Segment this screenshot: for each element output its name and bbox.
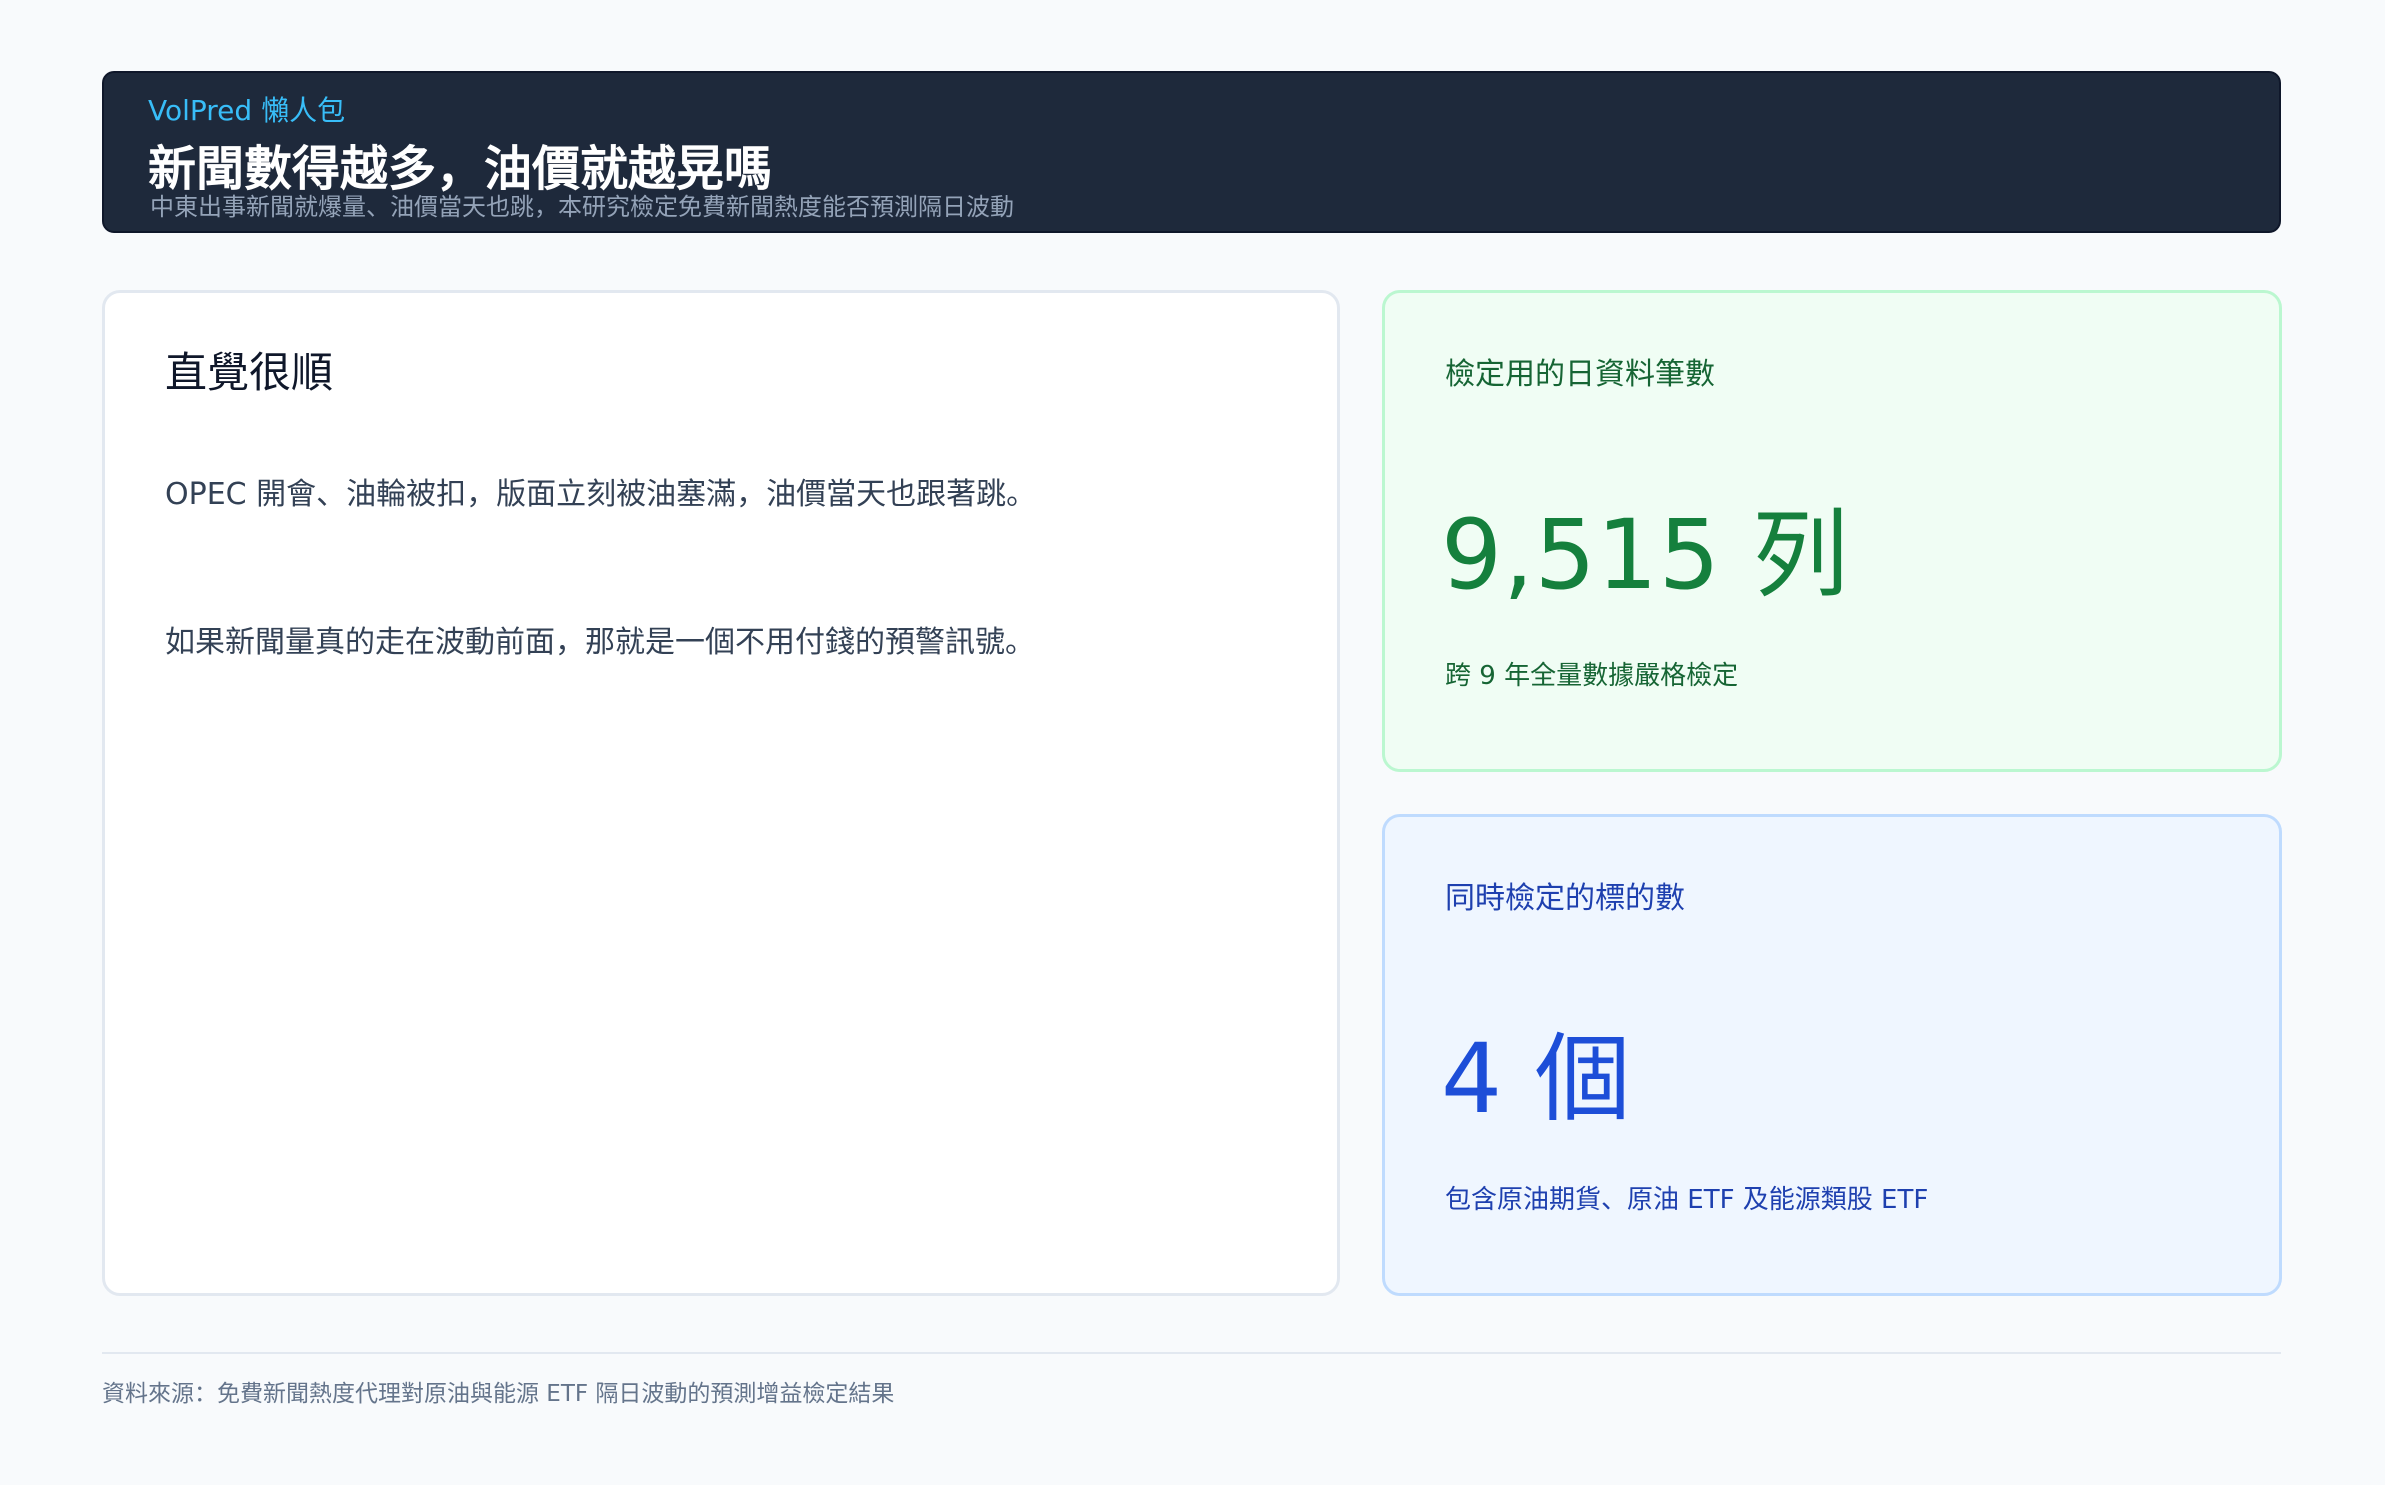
intuition-card: 直覺很順 OPEC 開會、油輪被扣，版面立刻被油塞滿，油價當天也跟著跳。 如果新… <box>102 290 1340 1296</box>
intuition-paragraph-1: OPEC 開會、油輪被扣，版面立刻被油塞滿，油價當天也跟著跳。 <box>165 477 1037 512</box>
stat-rows-value: 9,515 列 <box>1441 499 1850 611</box>
intuition-heading: 直覺很順 <box>165 348 334 397</box>
stat-targets-value: 4 個 <box>1441 1023 1632 1135</box>
stat-rows-label: 檢定用的日資料筆數 <box>1445 357 1715 392</box>
stat-card-targets: 同時檢定的標的數 4 個 包含原油期貨、原油 ETF 及能源類股 ETF <box>1382 814 2282 1296</box>
header-banner: VolPred 懶人包 新聞數得越多，油價就越晃嗎 中東出事新聞就爆量、油價當天… <box>102 71 2281 233</box>
page-subtitle: 中東出事新聞就爆量、油價當天也跳，本研究檢定免費新聞熱度能否預測隔日波動 <box>150 193 1014 221</box>
footer-divider <box>102 1352 2281 1354</box>
intuition-paragraph-2: 如果新聞量真的走在波動前面，那就是一個不用付錢的預警訊號。 <box>165 625 1035 660</box>
stat-targets-note: 包含原油期貨、原油 ETF 及能源類股 ETF <box>1445 1185 1929 1215</box>
stat-rows-note: 跨 9 年全量數據嚴格檢定 <box>1445 661 1739 691</box>
header-eyebrow: VolPred 懶人包 <box>148 94 346 127</box>
stat-card-rows: 檢定用的日資料筆數 9,515 列 跨 9 年全量數據嚴格檢定 <box>1382 290 2282 772</box>
footer-source: 資料來源：免費新聞熱度代理對原油與能源 ETF 隔日波動的預測增益檢定結果 <box>102 1381 895 1407</box>
stat-targets-label: 同時檢定的標的數 <box>1445 881 1685 916</box>
